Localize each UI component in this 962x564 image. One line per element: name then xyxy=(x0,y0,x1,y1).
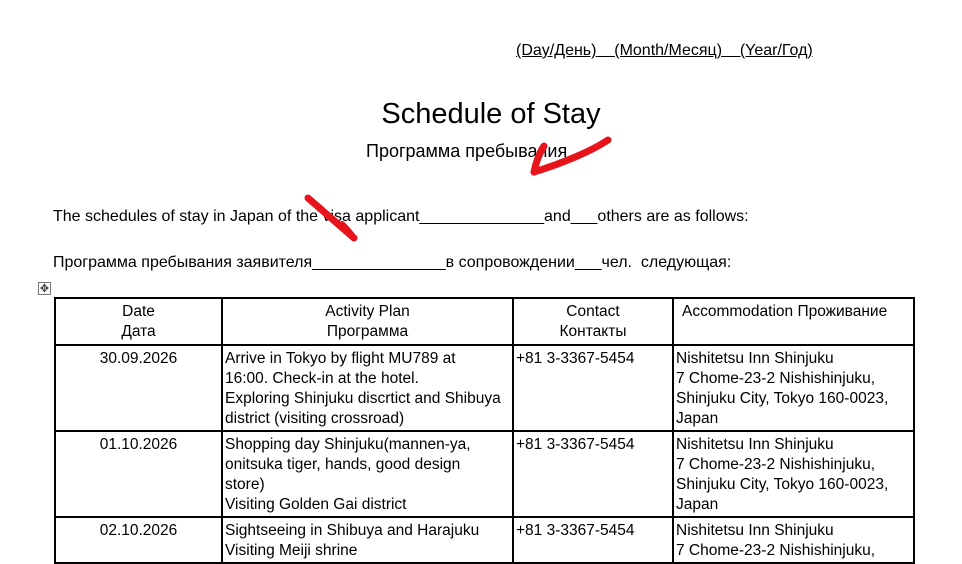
activity-line: district (visiting crossroad) xyxy=(225,410,405,427)
table-row: 01.10.2026 Shopping day Shinjuku(mannen-… xyxy=(54,430,915,518)
move-cross-icon[interactable]: ✥ xyxy=(38,282,51,295)
accommodation-line: 7 Chome-23-2 Nishishinjuku, xyxy=(676,370,876,387)
header-activity-en: Activity Plan xyxy=(325,303,410,320)
table-row: 30.09.2026 Arrive in Tokyo by flight MU7… xyxy=(54,344,915,432)
accommodation-line: Nishitetsu Inn Shinjuku xyxy=(676,522,834,539)
accommodation-line: Japan xyxy=(676,496,719,513)
row-date[interactable]: 02.10.2026 xyxy=(54,516,223,564)
activity-line: Sightseeing in Shibuya and Harajuku xyxy=(225,522,480,539)
row-contact[interactable]: +81 3-3367-5454 xyxy=(512,430,674,518)
page-subtitle: Программа пребывания xyxy=(366,141,568,161)
accommodation-line: Nishitetsu Inn Shinjuku xyxy=(676,350,834,367)
row-activity[interactable]: Sightseeing in Shibuya and Harajuku Visi… xyxy=(221,516,514,564)
header-date[interactable]: Date Дата xyxy=(54,297,223,346)
header-contact[interactable]: Contact Контакты xyxy=(512,297,674,346)
activity-line: Shopping day Shinjuku(mannen-ya, xyxy=(225,436,471,453)
row-activity[interactable]: Shopping day Shinjuku(mannen-ya, onitsuk… xyxy=(221,430,514,518)
row-date-text: 01.10.2026 xyxy=(99,436,178,453)
row-activity[interactable]: Arrive in Tokyo by flight MU789 at 16:00… xyxy=(221,344,514,432)
row-contact-text: +81 3-3367-5454 xyxy=(516,522,635,539)
header-activity[interactable]: Activity Plan Программа xyxy=(221,297,514,346)
activity-line: 16:00. Check-in at the hotel. xyxy=(225,370,419,387)
row-contact-text: +81 3-3367-5454 xyxy=(516,436,635,453)
activity-line: Exploring Shinjuku discrtict and Shibuya xyxy=(225,390,501,407)
row-date[interactable]: 30.09.2026 xyxy=(54,344,223,432)
activity-line: Visiting Meiji shrine xyxy=(225,542,358,559)
date-line: (Day/День) (Month/Месяц) (Year/Год) xyxy=(516,42,813,59)
row-accommodation[interactable]: Nishitetsu Inn Shinjuku 7 Chome-23-2 Nis… xyxy=(672,430,915,518)
schedule-table: Date Дата Activity Plan Программа Contac… xyxy=(54,297,915,564)
activity-line: Arrive in Tokyo by flight MU789 at xyxy=(225,350,456,367)
row-date-text: 30.09.2026 xyxy=(99,350,178,367)
row-contact-text: +81 3-3367-5454 xyxy=(516,350,635,367)
activity-line: Visiting Golden Gai district xyxy=(225,496,407,513)
accommodation-line: Japan xyxy=(676,410,719,427)
header-date-en: Date xyxy=(122,303,155,320)
header-date-ru: Дата xyxy=(121,323,156,340)
row-contact[interactable]: +81 3-3367-5454 xyxy=(512,344,674,432)
row-date[interactable]: 01.10.2026 xyxy=(54,430,223,518)
accommodation-line: 7 Chome-23-2 Nishishinjuku, xyxy=(676,456,876,473)
row-accommodation[interactable]: Nishitetsu Inn Shinjuku 7 Chome-23-2 Nis… xyxy=(672,516,915,564)
table-header-row: Date Дата Activity Plan Программа Contac… xyxy=(54,297,915,346)
header-contact-ru: Контакты xyxy=(559,323,627,340)
intro-paragraph-ru: Программа пребывания заявителя__________… xyxy=(53,254,732,271)
header-accommodation-label: Accommodation Проживание xyxy=(682,303,888,320)
activity-line: onitsuka tiger, hands, good design xyxy=(225,456,461,473)
accommodation-line: Shinjuku City, Tokyo 160-0023, xyxy=(676,476,889,493)
accommodation-line: Nishitetsu Inn Shinjuku xyxy=(676,436,834,453)
intro-paragraph-en: The schedules of stay in Japan of the vi… xyxy=(53,208,749,225)
header-accommodation[interactable]: Accommodation Проживание xyxy=(672,297,915,346)
row-accommodation[interactable]: Nishitetsu Inn Shinjuku 7 Chome-23-2 Nis… xyxy=(672,344,915,432)
accommodation-line: 7 Chome-23-2 Nishishinjuku, xyxy=(676,542,876,559)
header-activity-ru: Программа xyxy=(326,323,409,340)
activity-line: store) xyxy=(225,476,265,493)
accommodation-line: Shinjuku City, Tokyo 160-0023, xyxy=(676,390,889,407)
row-date-text: 02.10.2026 xyxy=(99,522,178,539)
table-row: 02.10.2026 Sightseeing in Shibuya and Ha… xyxy=(54,516,915,564)
header-contact-en: Contact xyxy=(566,303,620,320)
page-title: Schedule of Stay xyxy=(381,98,601,130)
row-contact[interactable]: +81 3-3367-5454 xyxy=(512,516,674,564)
